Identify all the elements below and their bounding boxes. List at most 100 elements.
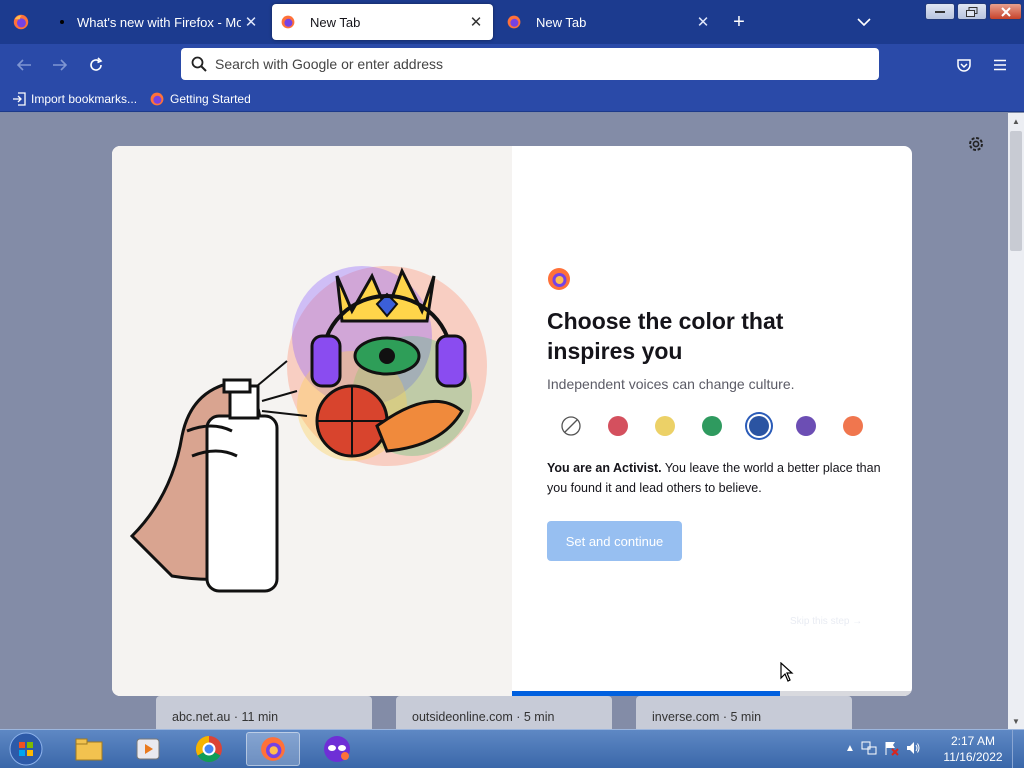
tab-title: What's new with Firefox - More xyxy=(77,14,241,30)
url-input[interactable] xyxy=(215,56,855,72)
taskbar-media-player[interactable] xyxy=(121,732,175,766)
swatch-green[interactable] xyxy=(688,412,735,440)
scroll-thumb[interactable] xyxy=(1010,131,1022,251)
tab-new-tab-active[interactable]: New Tab ✕ xyxy=(272,4,493,40)
content-panel: Choose the color that inspires you Indep… xyxy=(512,146,912,696)
new-tab-plus-icon[interactable]: + xyxy=(727,10,751,34)
swatch-orange[interactable] xyxy=(829,412,876,440)
url-bar[interactable] xyxy=(181,48,879,80)
swatch-dot xyxy=(748,416,769,436)
tab-close-icon[interactable]: ✕ xyxy=(242,13,260,31)
bookmark-getting-started[interactable]: Getting Started xyxy=(149,91,251,107)
swatch-dot xyxy=(701,416,722,436)
tab-new-tab[interactable]: New Tab ✕ xyxy=(498,4,720,40)
taskbar-clock[interactable]: 2:17 AM 11/16/2022 xyxy=(938,733,1008,765)
scroll-down-arrow-icon[interactable]: ▼ xyxy=(1008,713,1024,729)
back-button[interactable] xyxy=(11,53,37,77)
close-icon xyxy=(1000,6,1011,17)
tab-title: New Tab xyxy=(536,14,587,30)
settings-gear-icon[interactable] xyxy=(966,134,986,154)
taskbar-explorer[interactable] xyxy=(62,732,116,766)
bookmark-import[interactable]: Import bookmarks... xyxy=(12,92,137,106)
folder-icon xyxy=(75,738,103,761)
tab-loading-dot-icon xyxy=(60,20,64,24)
top-story-tile[interactable]: inverse.com · 5 min xyxy=(636,696,852,729)
spray-can-illustration xyxy=(129,266,487,593)
window-restore-button[interactable] xyxy=(957,3,987,20)
color-description: You are an Activist. You leave the world… xyxy=(547,458,882,498)
media-player-icon xyxy=(136,738,160,760)
taskbar-private-browser[interactable] xyxy=(310,732,364,766)
none-color-icon xyxy=(560,416,581,436)
volume-speaker-icon[interactable] xyxy=(905,740,921,756)
swatch-dot xyxy=(654,416,675,436)
minimize-icon xyxy=(935,10,945,13)
swatch-none[interactable] xyxy=(547,412,594,440)
clock-time: 2:17 AM xyxy=(950,734,996,748)
tile-label: outsideonline.com · 5 min xyxy=(412,710,555,724)
skip-step-link[interactable]: Skip this step → xyxy=(790,616,862,627)
reload-button[interactable] xyxy=(83,53,109,77)
firefox-view-button[interactable] xyxy=(0,0,42,44)
firefox-icon xyxy=(261,737,285,761)
swatch-red[interactable] xyxy=(594,412,641,440)
windows-taskbar: ▲ 2:17 AM 11/16/2022 xyxy=(0,729,1024,768)
new-tab-page: abc.net.au · 11 min outsideonline.com · … xyxy=(0,113,1008,729)
tile-label: abc.net.au · 11 min xyxy=(172,710,279,724)
pocket-icon xyxy=(957,59,971,72)
illustration-panel xyxy=(112,146,512,696)
tab-whats-new[interactable]: What's new with Firefox - More ✕ xyxy=(46,4,268,40)
tab-close-icon[interactable]: ✕ xyxy=(467,13,485,31)
tray-expand-icon[interactable]: ▲ xyxy=(845,743,855,754)
progress-fill xyxy=(512,691,780,696)
action-center-flag-icon[interactable] xyxy=(883,740,899,756)
bookmark-label: Import bookmarks... xyxy=(31,91,138,106)
swatch-blue-selected[interactable] xyxy=(735,412,782,440)
mouse-cursor-icon xyxy=(780,662,794,682)
forward-button[interactable] xyxy=(47,53,73,77)
tab-strip: What's new with Firefox - More ✕ New Tab… xyxy=(0,0,1024,44)
scroll-up-arrow-icon[interactable]: ▲ xyxy=(1008,113,1024,129)
taskbar-firefox[interactable] xyxy=(246,732,300,766)
taskbar-chrome[interactable] xyxy=(182,732,236,766)
onboarding-modal: Choose the color that inspires you Indep… xyxy=(112,146,912,696)
swatch-dot xyxy=(795,416,816,436)
set-and-continue-button[interactable]: Set and continue xyxy=(547,521,682,561)
tab-close-icon[interactable]: ✕ xyxy=(694,13,712,31)
back-arrow-icon xyxy=(16,59,31,71)
search-icon xyxy=(191,56,207,72)
modal-subtitle: Independent voices can change culture. xyxy=(547,376,795,392)
color-swatches xyxy=(547,412,876,440)
tile-label: inverse.com · 5 min xyxy=(652,710,762,724)
swatch-dot xyxy=(607,416,628,436)
modal-heading: Choose the color that inspires you xyxy=(547,308,784,364)
top-story-tile[interactable]: abc.net.au · 11 min xyxy=(156,696,372,729)
hamburger-menu-icon xyxy=(994,59,1006,71)
bookmarks-toolbar: Import bookmarks... Getting Started xyxy=(0,86,1024,112)
tab-title: New Tab xyxy=(310,14,361,30)
show-desktop-button[interactable] xyxy=(1012,730,1024,768)
firefox-logo-icon xyxy=(548,268,570,290)
firefox-favicon-icon xyxy=(281,15,295,29)
pocket-button[interactable] xyxy=(951,53,977,77)
windows-start-orb-icon xyxy=(9,732,43,766)
swatch-yellow[interactable] xyxy=(641,412,688,440)
bookmark-label: Getting Started xyxy=(170,91,251,106)
list-all-tabs-chevron-icon[interactable] xyxy=(852,10,876,34)
firefox-logo-icon xyxy=(13,14,29,30)
chrome-icon xyxy=(195,735,222,763)
import-icon xyxy=(13,91,26,106)
restore-icon xyxy=(966,6,978,17)
app-menu-button[interactable] xyxy=(987,53,1013,77)
navigation-toolbar xyxy=(0,44,1024,86)
swatch-purple[interactable] xyxy=(782,412,829,440)
onboarding-progress-bar xyxy=(512,691,912,696)
start-button[interactable] xyxy=(6,732,46,766)
clock-date: 11/16/2022 xyxy=(943,750,1003,764)
vertical-scrollbar[interactable]: ▲ ▼ xyxy=(1008,113,1024,729)
firefox-favicon-icon xyxy=(507,15,521,29)
window-close-button[interactable] xyxy=(989,3,1022,20)
top-story-tile[interactable]: outsideonline.com · 5 min xyxy=(396,696,612,729)
network-icon[interactable] xyxy=(861,740,877,756)
window-minimize-button[interactable] xyxy=(925,3,955,20)
